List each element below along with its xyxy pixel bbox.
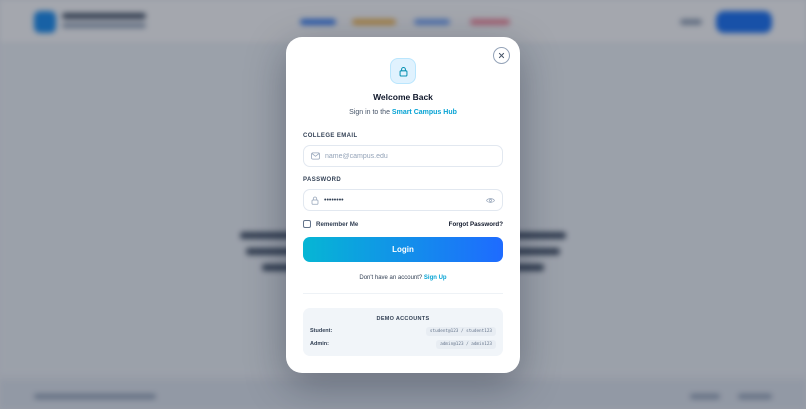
close-icon: [498, 52, 505, 59]
modal-subtitle: Sign in to the Smart Campus Hub: [349, 109, 457, 116]
lock-icon: [399, 66, 407, 76]
login-button[interactable]: Login: [303, 237, 503, 262]
remember-me: Remember Me: [303, 220, 358, 228]
demo-accounts-panel: DEMO ACCOUNTS Student: student@123 / stu…: [303, 308, 503, 356]
demo-credentials[interactable]: student@123 / student123: [425, 326, 496, 336]
demo-accounts-title: DEMO ACCOUNTS: [376, 316, 430, 322]
password-label: PASSWORD: [303, 177, 342, 183]
login-modal: Welcome Back Sign in to the Smart Campus…: [286, 37, 520, 373]
demo-role: Admin:: [310, 341, 329, 347]
forgot-password-link[interactable]: Forgot Password?: [449, 221, 503, 228]
lock-badge: [390, 58, 416, 84]
remember-me-checkbox[interactable]: [303, 220, 311, 228]
email-label: COLLEGE EMAIL: [303, 133, 358, 139]
password-field[interactable]: [324, 196, 474, 204]
demo-credentials[interactable]: admin@123 / admin123: [436, 339, 496, 349]
email-field-wrapper: [303, 145, 503, 167]
email-field[interactable]: [325, 152, 475, 160]
remember-me-label[interactable]: Remember Me: [316, 221, 358, 228]
lock-icon: [311, 196, 319, 205]
divider: [303, 293, 503, 294]
signup-row: Don't have an account? Sign Up: [359, 275, 447, 281]
signup-link[interactable]: Sign Up: [424, 275, 447, 281]
brand-name: Smart Campus Hub: [391, 109, 457, 116]
demo-account-row: Admin: admin@123 / admin123: [310, 339, 496, 349]
modal-title: Welcome Back: [373, 92, 433, 102]
demo-role: Student:: [310, 328, 333, 334]
password-field-wrapper: [303, 189, 503, 211]
close-button[interactable]: [493, 47, 510, 64]
eye-icon[interactable]: [486, 197, 495, 204]
demo-account-row: Student: student@123 / student123: [310, 326, 496, 336]
mail-icon: [311, 152, 320, 160]
